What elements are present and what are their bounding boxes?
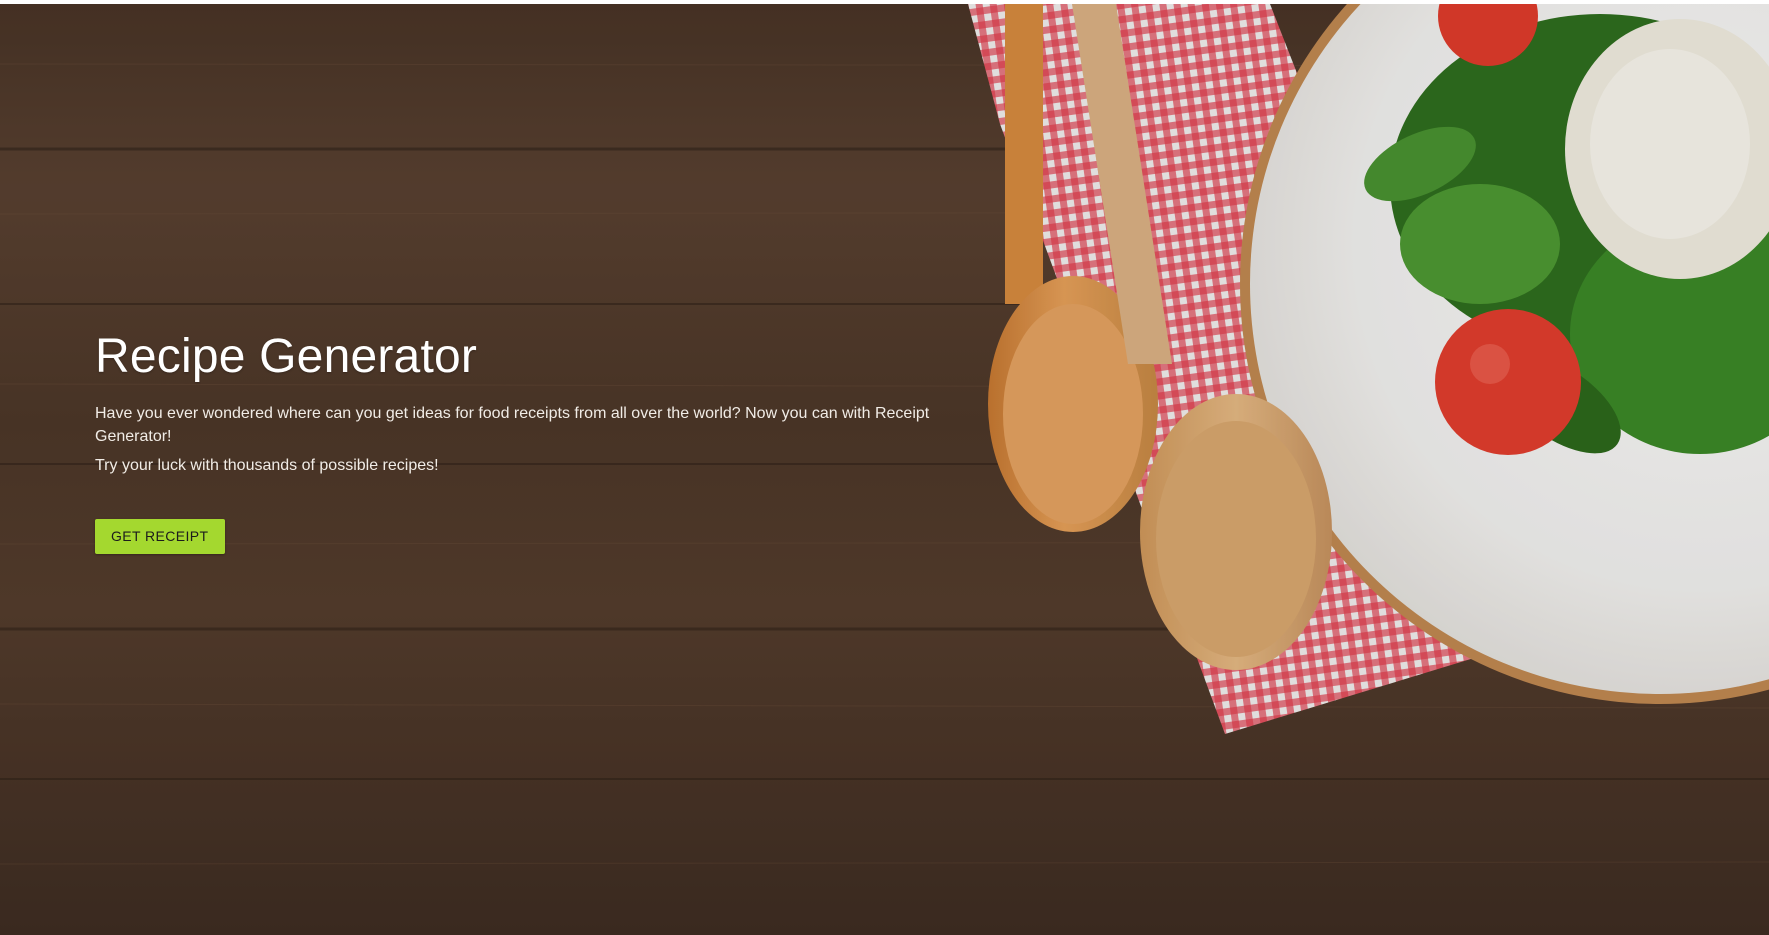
page: Recipe Generator Have you ever wondered … <box>0 0 1769 935</box>
page-title: Recipe Generator <box>95 330 478 383</box>
hero-content: Recipe Generator Have you ever wondered … <box>95 330 975 554</box>
hero-description: Have you ever wondered where can you get… <box>95 404 930 445</box>
get-receipt-button[interactable]: GET RECEIPT <box>95 518 225 554</box>
hero-tagline: Try your luck with thousands of possible… <box>95 456 439 474</box>
hero-section: Recipe Generator Have you ever wondered … <box>0 4 1769 935</box>
